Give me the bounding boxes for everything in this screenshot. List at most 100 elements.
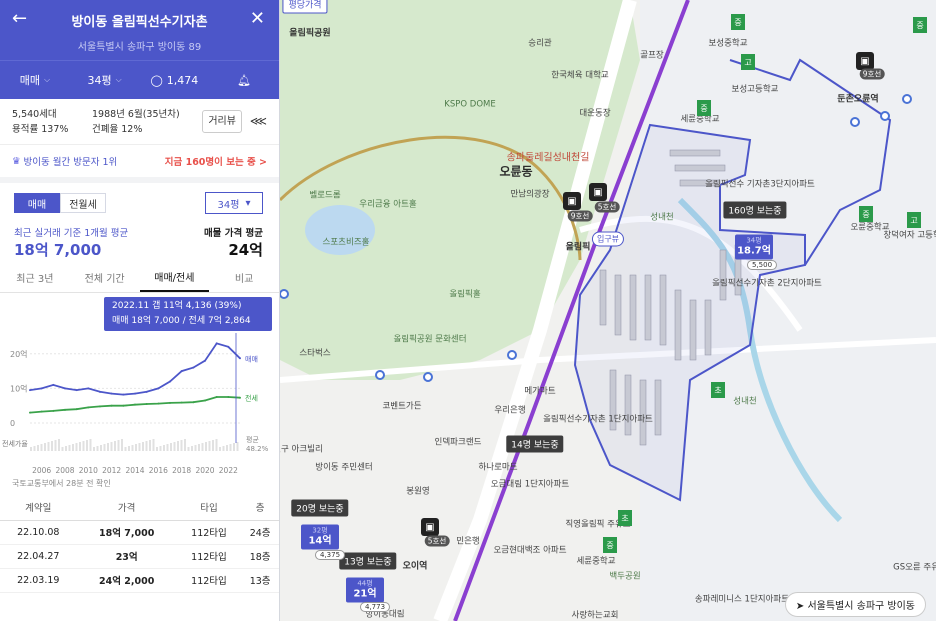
- label-songpa-mini: 송파레미니스 1단지아파트: [694, 594, 790, 605]
- size-dropdown[interactable]: 34평 ⌵: [70, 72, 140, 88]
- data-point: [75, 389, 78, 392]
- label-dunchon-station: 둔촌오륜역: [837, 94, 879, 105]
- volume-bar: [75, 443, 78, 451]
- subway-icon[interactable]: ▣: [421, 518, 439, 536]
- segment-sale[interactable]: 매매: [14, 193, 60, 213]
- bus-stop-icon[interactable]: [902, 94, 912, 104]
- tab-sale-jeonse[interactable]: 매매/전세: [139, 263, 210, 292]
- data-point: [145, 402, 148, 405]
- data-point: [180, 370, 183, 373]
- trade-type-dropdown[interactable]: 매매 ⌵: [0, 72, 70, 88]
- volume-bar: [187, 447, 190, 451]
- school-icon[interactable]: 초: [711, 382, 725, 398]
- school-icon[interactable]: 중: [731, 14, 745, 30]
- data-point: [215, 342, 218, 345]
- table-row[interactable]: 22.03.19 24억 2,000 112타입 13층: [0, 568, 279, 593]
- alert-button[interactable]: 🔔︎: [209, 74, 279, 87]
- school-icon[interactable]: 중: [913, 17, 927, 33]
- volume-bar: [163, 445, 165, 451]
- price-marker[interactable]: 44평 21억: [346, 577, 384, 603]
- data-point: [52, 383, 55, 386]
- data-point: [180, 401, 183, 404]
- subway-icon[interactable]: ▣: [856, 52, 874, 70]
- school-icon[interactable]: 초: [618, 510, 632, 526]
- price-chart[interactable]: 20억 10억 0 매매 전세 전세가율 평균 48.2% 2006 2008 2010 2012 20…: [0, 293, 279, 478]
- tooltip-line1: 2022.11 갭 11억 4,136 (39%): [112, 301, 242, 311]
- building-coverage: 건폐율 12%: [92, 123, 143, 135]
- entrance-view-badge[interactable]: 입구뷰: [591, 231, 625, 247]
- data-point: [64, 408, 66, 411]
- volume-bar: [194, 445, 197, 451]
- volume-bar: [33, 446, 36, 451]
- school-icon[interactable]: 중: [859, 206, 873, 222]
- bus-stop-icon[interactable]: [880, 111, 890, 121]
- bus-stop-icon[interactable]: [423, 372, 433, 382]
- table-row[interactable]: 22.10.08 18억 7,000 112타입 24층: [0, 520, 279, 545]
- volume-bar: [110, 442, 113, 451]
- data-point: [134, 392, 136, 395]
- cell-price: 18억 7,000: [76, 520, 177, 545]
- size-label: 34평: [87, 74, 112, 87]
- cell-floor: 13층: [241, 568, 279, 593]
- data-point: [87, 406, 90, 409]
- rank-text: 방이동 월간 방문자 1위: [23, 157, 118, 168]
- price-marker[interactable]: 32평 14억: [301, 524, 339, 550]
- visitor-rank-banner[interactable]: ♛ 방이동 월간 방문자 1위 지금 160명이 보는 중 >: [0, 145, 279, 183]
- series-line-매매: [29, 342, 241, 396]
- school-icon[interactable]: 고: [907, 212, 921, 228]
- volume-bar: [40, 444, 43, 451]
- data-point: [29, 389, 31, 392]
- volume-bar: [114, 441, 116, 451]
- volume-bar: [124, 447, 127, 451]
- location-button[interactable]: ➤ 서울특별시 송파구 방이동: [784, 592, 926, 617]
- street-view-button[interactable]: 거리뷰: [202, 110, 242, 133]
- label-seongnae-2: 성내천: [733, 396, 757, 407]
- viewer-pin[interactable]: 160명 보는중: [723, 201, 787, 219]
- label-seungni: 승리관: [528, 38, 552, 49]
- data-point: [99, 390, 101, 393]
- school-icon[interactable]: 중: [603, 537, 617, 553]
- subway-icon[interactable]: ▣: [589, 183, 607, 201]
- school-icon[interactable]: 중: [697, 100, 711, 116]
- series-label: 전세: [245, 394, 258, 403]
- panel-header: ← 방이동 올림픽선수기자촌 ✕ 서울특별시 송파구 방이동 89 매매 ⌵ 34…: [0, 0, 279, 99]
- volume-bar: [65, 446, 67, 451]
- tab-recent-3y[interactable]: 최근 3년: [0, 263, 70, 292]
- bus-stop-icon[interactable]: [507, 350, 517, 360]
- volume-bar: [156, 447, 158, 451]
- bus-stop-icon[interactable]: [375, 370, 385, 380]
- tab-all-period[interactable]: 전체 기간: [70, 263, 140, 292]
- volume-end-value: 48.2%: [246, 445, 269, 453]
- location-text: 서울특별시 송파구 방이동: [807, 601, 915, 612]
- map-mode-badge[interactable]: 평당가격: [282, 0, 328, 14]
- label-sports-hall: 스포츠비즈홀: [322, 237, 370, 248]
- share-icon[interactable]: ⋘: [250, 114, 267, 129]
- recent-price-label: 최근 실거래 기준 1개월 평균: [14, 228, 129, 239]
- x-tick-label: 2016: [149, 466, 168, 475]
- map-view[interactable]: 평당가격 올림픽공원 송파둘레길성내천길 오륜동 KSPO DOME 벨로드롬 …: [280, 0, 936, 621]
- label-intech: 인덱파크랜드: [434, 437, 482, 448]
- viewer-pin[interactable]: 14명 보는중: [506, 435, 564, 453]
- size-select-label: 34평: [217, 199, 240, 211]
- floor-area-ratio: 용적률 137%: [12, 123, 69, 135]
- complex-info: 5,540세대 용적률 137% 1988년 6월(35년차) 건폐율 12% …: [0, 99, 279, 145]
- bus-stop-icon[interactable]: [850, 117, 860, 127]
- school-icon[interactable]: 고: [741, 54, 755, 70]
- listing-count: 5,500: [746, 260, 778, 270]
- volume-bar: [149, 440, 151, 451]
- table-row[interactable]: 22.04.27 23억 112타입 18층: [0, 544, 279, 569]
- size-select[interactable]: 34평 ▾: [205, 192, 263, 214]
- tab-compare[interactable]: 비교: [209, 263, 279, 292]
- volume-bar: [184, 439, 186, 451]
- data-point: [204, 399, 206, 402]
- segment-rent[interactable]: 전월세: [60, 193, 106, 213]
- label-apt1: 올림픽선수기자촌 1단지아파트: [543, 414, 653, 425]
- subway-icon[interactable]: ▣: [563, 192, 581, 210]
- viewer-pin[interactable]: 20명 보는중: [291, 499, 349, 517]
- comments-button[interactable]: ◯ 1,474: [140, 74, 210, 87]
- price-marker[interactable]: 34평 18.7억: [735, 234, 773, 260]
- live-viewers-link[interactable]: 지금 160명이 보는 중 >: [165, 154, 267, 168]
- chevron-down-icon: ⌵: [43, 75, 51, 84]
- close-icon[interactable]: ✕: [250, 8, 265, 29]
- viewer-pin[interactable]: 13명 보는중: [339, 552, 397, 570]
